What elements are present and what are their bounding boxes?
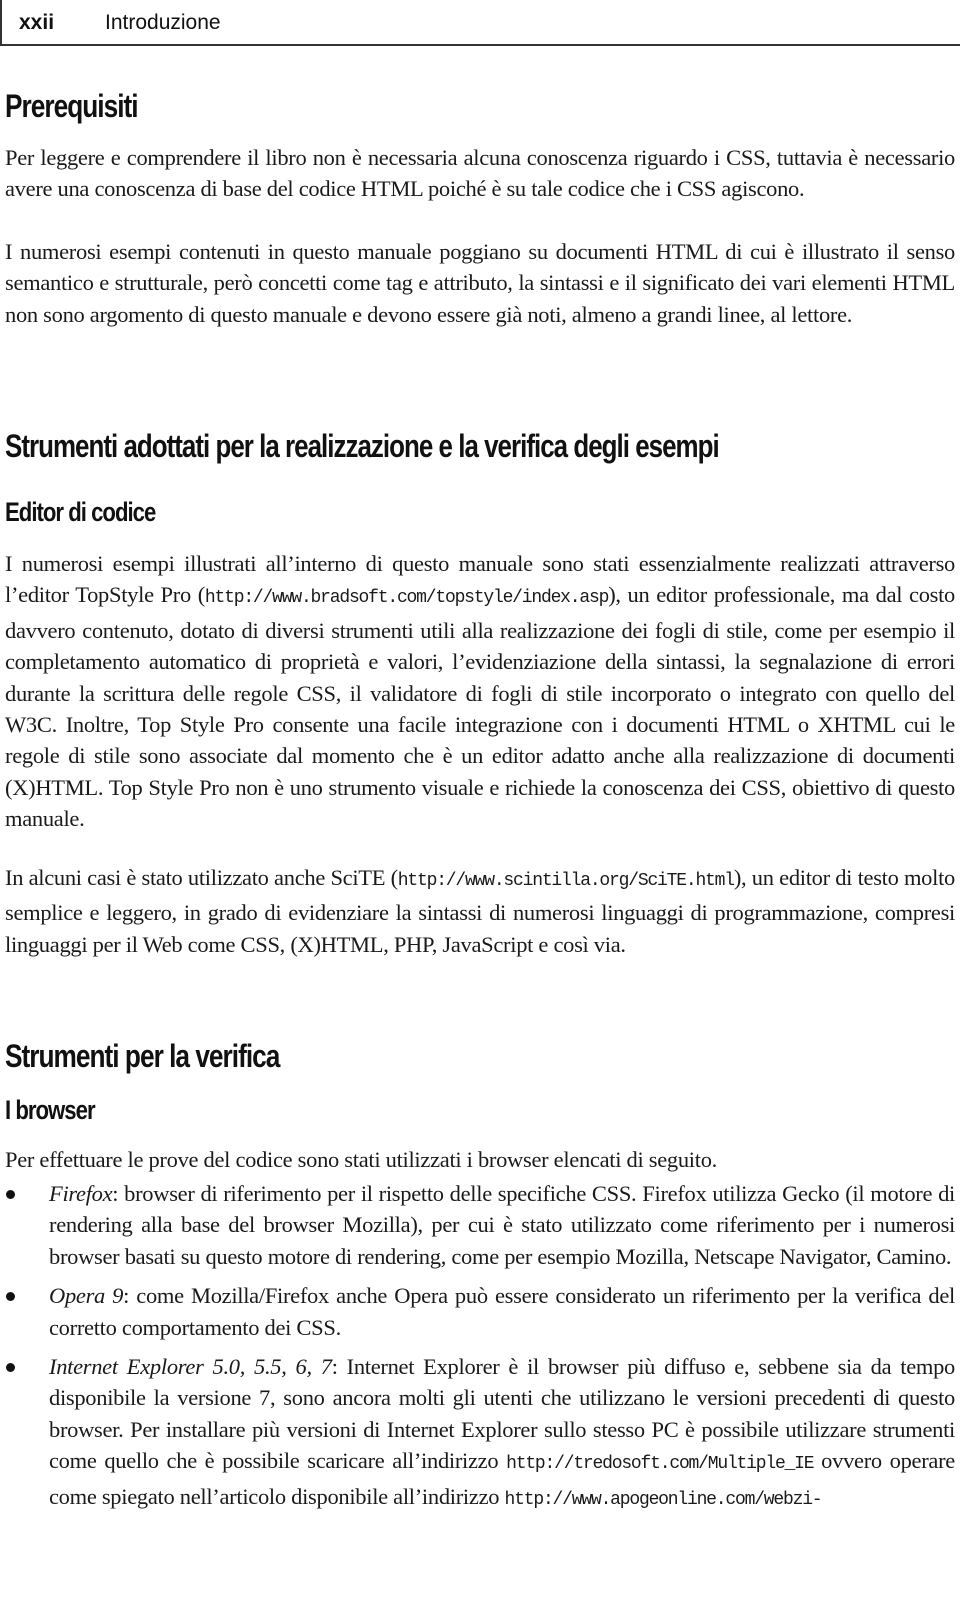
subsection-heading-editor: Editor di codice (5, 497, 156, 527)
list-item-internet-explorer: Internet Explorer 5.0, 5.5, 6, 7: Intern… (5, 1351, 955, 1516)
paragraph-browser-intro: Per effettuare le prove del codice sono … (5, 1147, 717, 1172)
running-header: xxii Introduzione (0, 0, 960, 46)
bullet-icon (6, 1292, 15, 1302)
browser-description: : browser di riferimento per il rispetto… (49, 1181, 955, 1269)
browser-name: Opera 9 (49, 1283, 124, 1309)
list-item-firefox: Firefox: browser di riferimento per il r… (5, 1178, 955, 1272)
page-number: xxii (19, 11, 55, 34)
bullet-icon (6, 1363, 15, 1373)
browser-description: : come Mozilla/Firefox anche Opera può e… (49, 1283, 955, 1340)
bullet-icon (6, 1190, 15, 1199)
chapter-title: Introduzione (105, 11, 221, 34)
section-heading-prerequisiti: Prerequisiti (5, 88, 139, 124)
text-segment: In alcuni casi è stato utilizzato anche … (5, 865, 398, 890)
list-item-opera: Opera 9: come Mozilla/Firefox anche Oper… (5, 1280, 955, 1343)
subsection-heading-browser: I browser (5, 1095, 96, 1125)
link-multiple-ie-url[interactable]: http://tredosoft.com/Multiple_IE (506, 1454, 814, 1474)
paragraph-prerequisiti-2: I numerosi esempi contenuti in questo ma… (5, 239, 955, 327)
browser-name: Firefox (49, 1181, 113, 1206)
paragraph-editor-topstyle: I numerosi esempi illustrati all’interno… (5, 548, 955, 835)
section-heading-strumenti-adottati: Strumenti adottati per la realizzazione … (5, 428, 720, 464)
link-apogeonline-url[interactable]: http://www.apogeonline.com/webzi- (505, 1490, 823, 1510)
text-segment: ), un editor professionale, ma dal costo… (5, 582, 956, 832)
section-heading-strumenti-verifica: Strumenti per la verifica (5, 1038, 280, 1074)
link-scite-url[interactable]: http://www.scintilla.org/SciTE.html (398, 871, 735, 891)
link-topstyle-url[interactable]: http://www.bradsoft.com/topstyle/index.a… (205, 588, 609, 608)
paragraph-editor-scite: In alcuni casi è stato utilizzato anche … (5, 862, 955, 960)
paragraph-prerequisiti-1: Per leggere e comprendere il libro non è… (5, 145, 955, 202)
browser-name: Internet Explorer 5.0, 5.5, 6, 7 (49, 1354, 332, 1380)
browser-list: Firefox: browser di riferimento per il r… (5, 1178, 955, 1524)
